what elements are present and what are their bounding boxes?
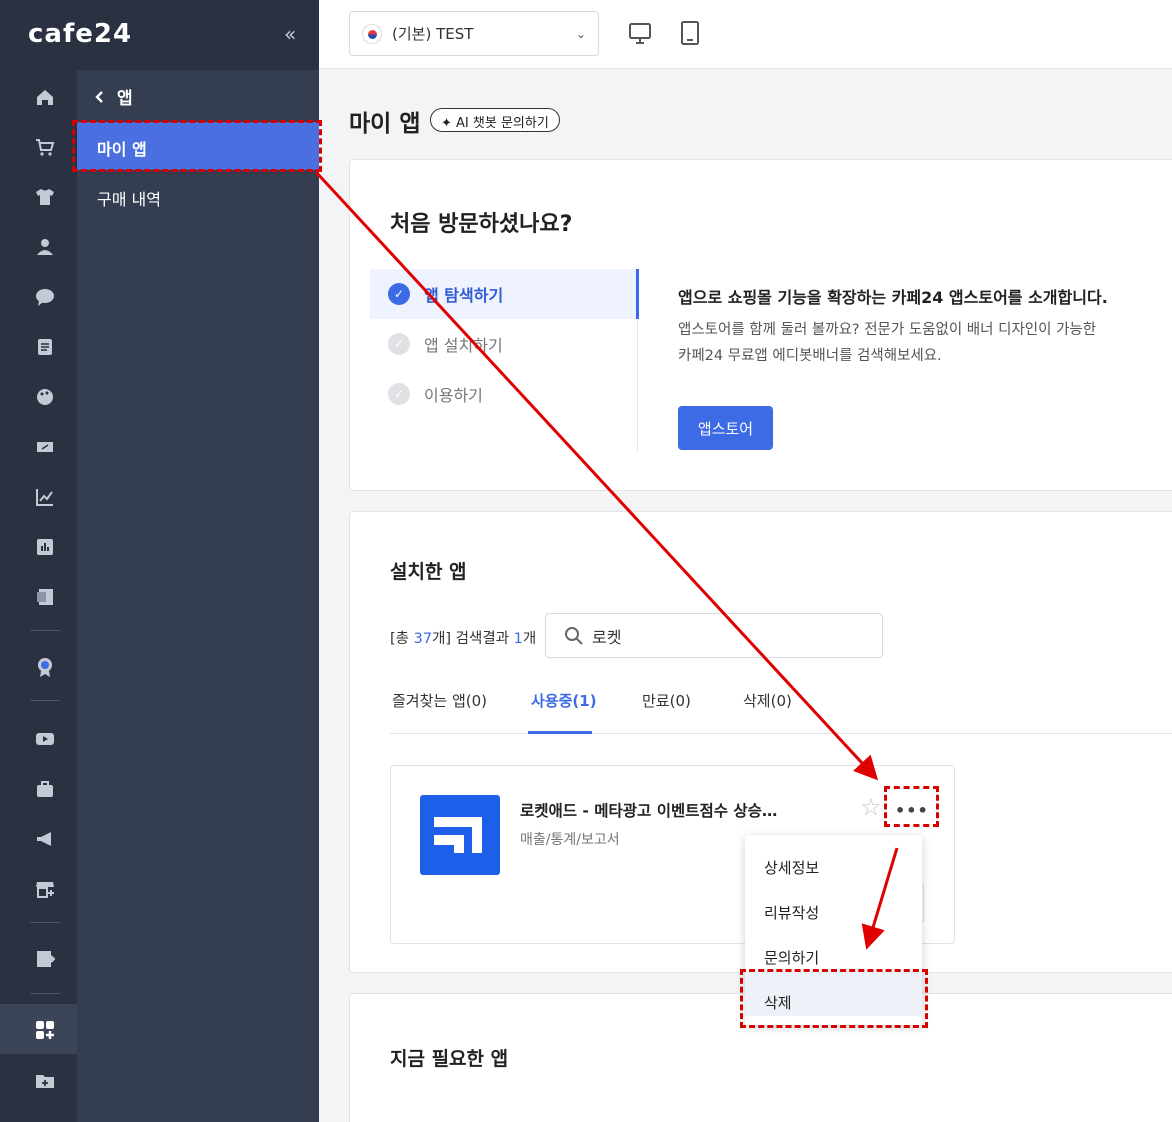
step-label: 앱 탐색하기 [424,286,504,305]
count-text: [총 [390,631,414,647]
top-bar: (기본) TEST ⌄ [319,0,1172,69]
shop-name: (기본) TEST [392,25,474,43]
menu-item-details[interactable]: 상세정보 [764,857,819,878]
result-number: 1 [513,631,523,647]
favorite-star-icon[interactable]: ☆ [860,795,882,819]
chat-icon[interactable] [34,286,56,308]
palette-icon[interactable] [34,386,56,408]
app-category: 매출/통계/보고서 [520,832,620,848]
korea-flag-icon [362,23,382,44]
home-icon[interactable] [34,86,56,108]
ai-chatbot-label: AI 챗봇 문의하기 [456,116,549,131]
shirt-icon[interactable] [34,186,56,208]
shop-selector[interactable]: (기본) TEST ⌄ [349,11,599,56]
menu-item-inquiry[interactable]: 문의하기 [764,947,819,968]
active-tab-indicator [528,731,592,734]
annotation-box-more-options [884,786,939,827]
store-icon[interactable] [34,878,56,900]
search-icon [565,626,583,645]
check-circle-icon: ✓ [388,383,410,405]
intro-description: 앱스토어를 함께 둘러 볼까요? 전문가 도움없이 배너 디자인이 가능한 카페… [678,317,1118,369]
intro-steps: ✓ 앱 탐색하기 ✓ 앱 설치하기 ✓ 이용하기 [370,269,639,452]
app-name[interactable]: 로켓애드 - 메타광고 이벤트점수 상승… [520,799,777,821]
cafe24-logo: cafe24 [28,19,133,49]
badge-icon[interactable] [34,656,56,678]
intro-title: 처음 방문하셨나요? [390,212,573,237]
cart-icon[interactable] [34,136,56,158]
nav-divider [30,922,60,923]
needed-apps-title: 지금 필요한 앱 [390,1048,509,1070]
step-label: 앱 설치하기 [424,336,503,355]
tab-favorites[interactable]: 즐겨찾는 앱(0) [392,690,487,711]
folder-icon[interactable] [34,1070,56,1092]
tab-expired[interactable]: 만료(0) [642,690,691,711]
subnav-item-purchase-history[interactable]: 구매 내역 [97,186,161,210]
step-explore[interactable]: ✓ 앱 탐색하기 [370,269,639,319]
nav-divider [30,993,60,994]
app-status-tabs: 즐겨찾는 앱(0) 사용중(1) 만료(0) 삭제(0) [390,672,1172,734]
apps-icon[interactable] [34,1019,56,1041]
youtube-icon[interactable] [34,728,56,750]
result-count: [총 37개] 검색결과 1개 [390,627,536,648]
nav-divider [30,630,60,631]
board-icon[interactable] [34,336,56,358]
coupon-icon[interactable] [34,436,56,458]
desktop-icon[interactable] [627,20,653,46]
check-circle-icon: ✓ [388,333,410,355]
chevron-down-icon: ⌄ [575,26,586,41]
appstore-button[interactable]: 앱스토어 [678,406,773,450]
megaphone-icon[interactable] [34,828,56,850]
chevron-left-icon [95,90,103,103]
back-label: 앱 [117,89,133,109]
briefcase-icon[interactable] [34,778,56,800]
step-label: 이용하기 [424,386,483,405]
excel-icon[interactable] [34,586,56,608]
mobile-icon[interactable] [677,20,703,46]
report-icon[interactable] [34,536,56,558]
ai-chatbot-button[interactable]: ✦ AI 챗봇 문의하기 [430,108,560,132]
sub-navigation: 앱 마이 앱 구매 내역 [77,70,319,1122]
menu-item-write-review[interactable]: 리뷰작성 [764,902,819,923]
export-icon[interactable] [34,948,56,970]
annotation-box-delete [740,969,928,1028]
count-text: 개 [522,631,537,647]
logo-bar: cafe24 « [0,0,319,70]
intro-desc-line: 앱스토어를 함께 둘러 볼까요? 전문가 도움없이 배너 디자인이 가능한 [678,322,1097,338]
back-to-app-link[interactable]: 앱 [95,84,133,109]
search-input[interactable]: 로켓 [545,613,883,658]
step-install[interactable]: ✓ 앱 설치하기 [370,319,638,369]
nav-divider [30,700,60,701]
annotation-box-my-apps [72,120,322,172]
step-use[interactable]: ✓ 이용하기 [370,369,638,419]
installed-apps-title: 설치한 앱 [390,561,467,583]
check-circle-icon: ✓ [388,283,410,305]
intro-heading: 앱으로 쇼핑몰 기능을 확장하는 카페24 앱스토어를 소개합니다. [678,288,1108,307]
icon-sidebar [0,0,77,1122]
tab-deleted[interactable]: 삭제(0) [743,690,792,711]
search-value: 로켓 [592,627,622,647]
tab-in-use[interactable]: 사용중(1) [531,690,597,711]
user-icon[interactable] [34,236,56,258]
intro-card: 처음 방문하셨나요? ✓ 앱 탐색하기 ✓ 앱 설치하기 ✓ 이용하기 앱으로 쇼핑몰… [349,159,1172,491]
total-count: 37 [413,631,433,647]
intro-desc-line: 카페24 무료앱 에디봇배너를 검색해보세요. [678,348,942,364]
page-title: 마이 앱 [349,111,421,137]
collapse-menu-icon[interactable]: « [284,22,296,46]
rocketad-logo-icon [420,795,500,875]
count-text: 개] 검색결과 [432,631,514,647]
chart-icon[interactable] [34,486,56,508]
